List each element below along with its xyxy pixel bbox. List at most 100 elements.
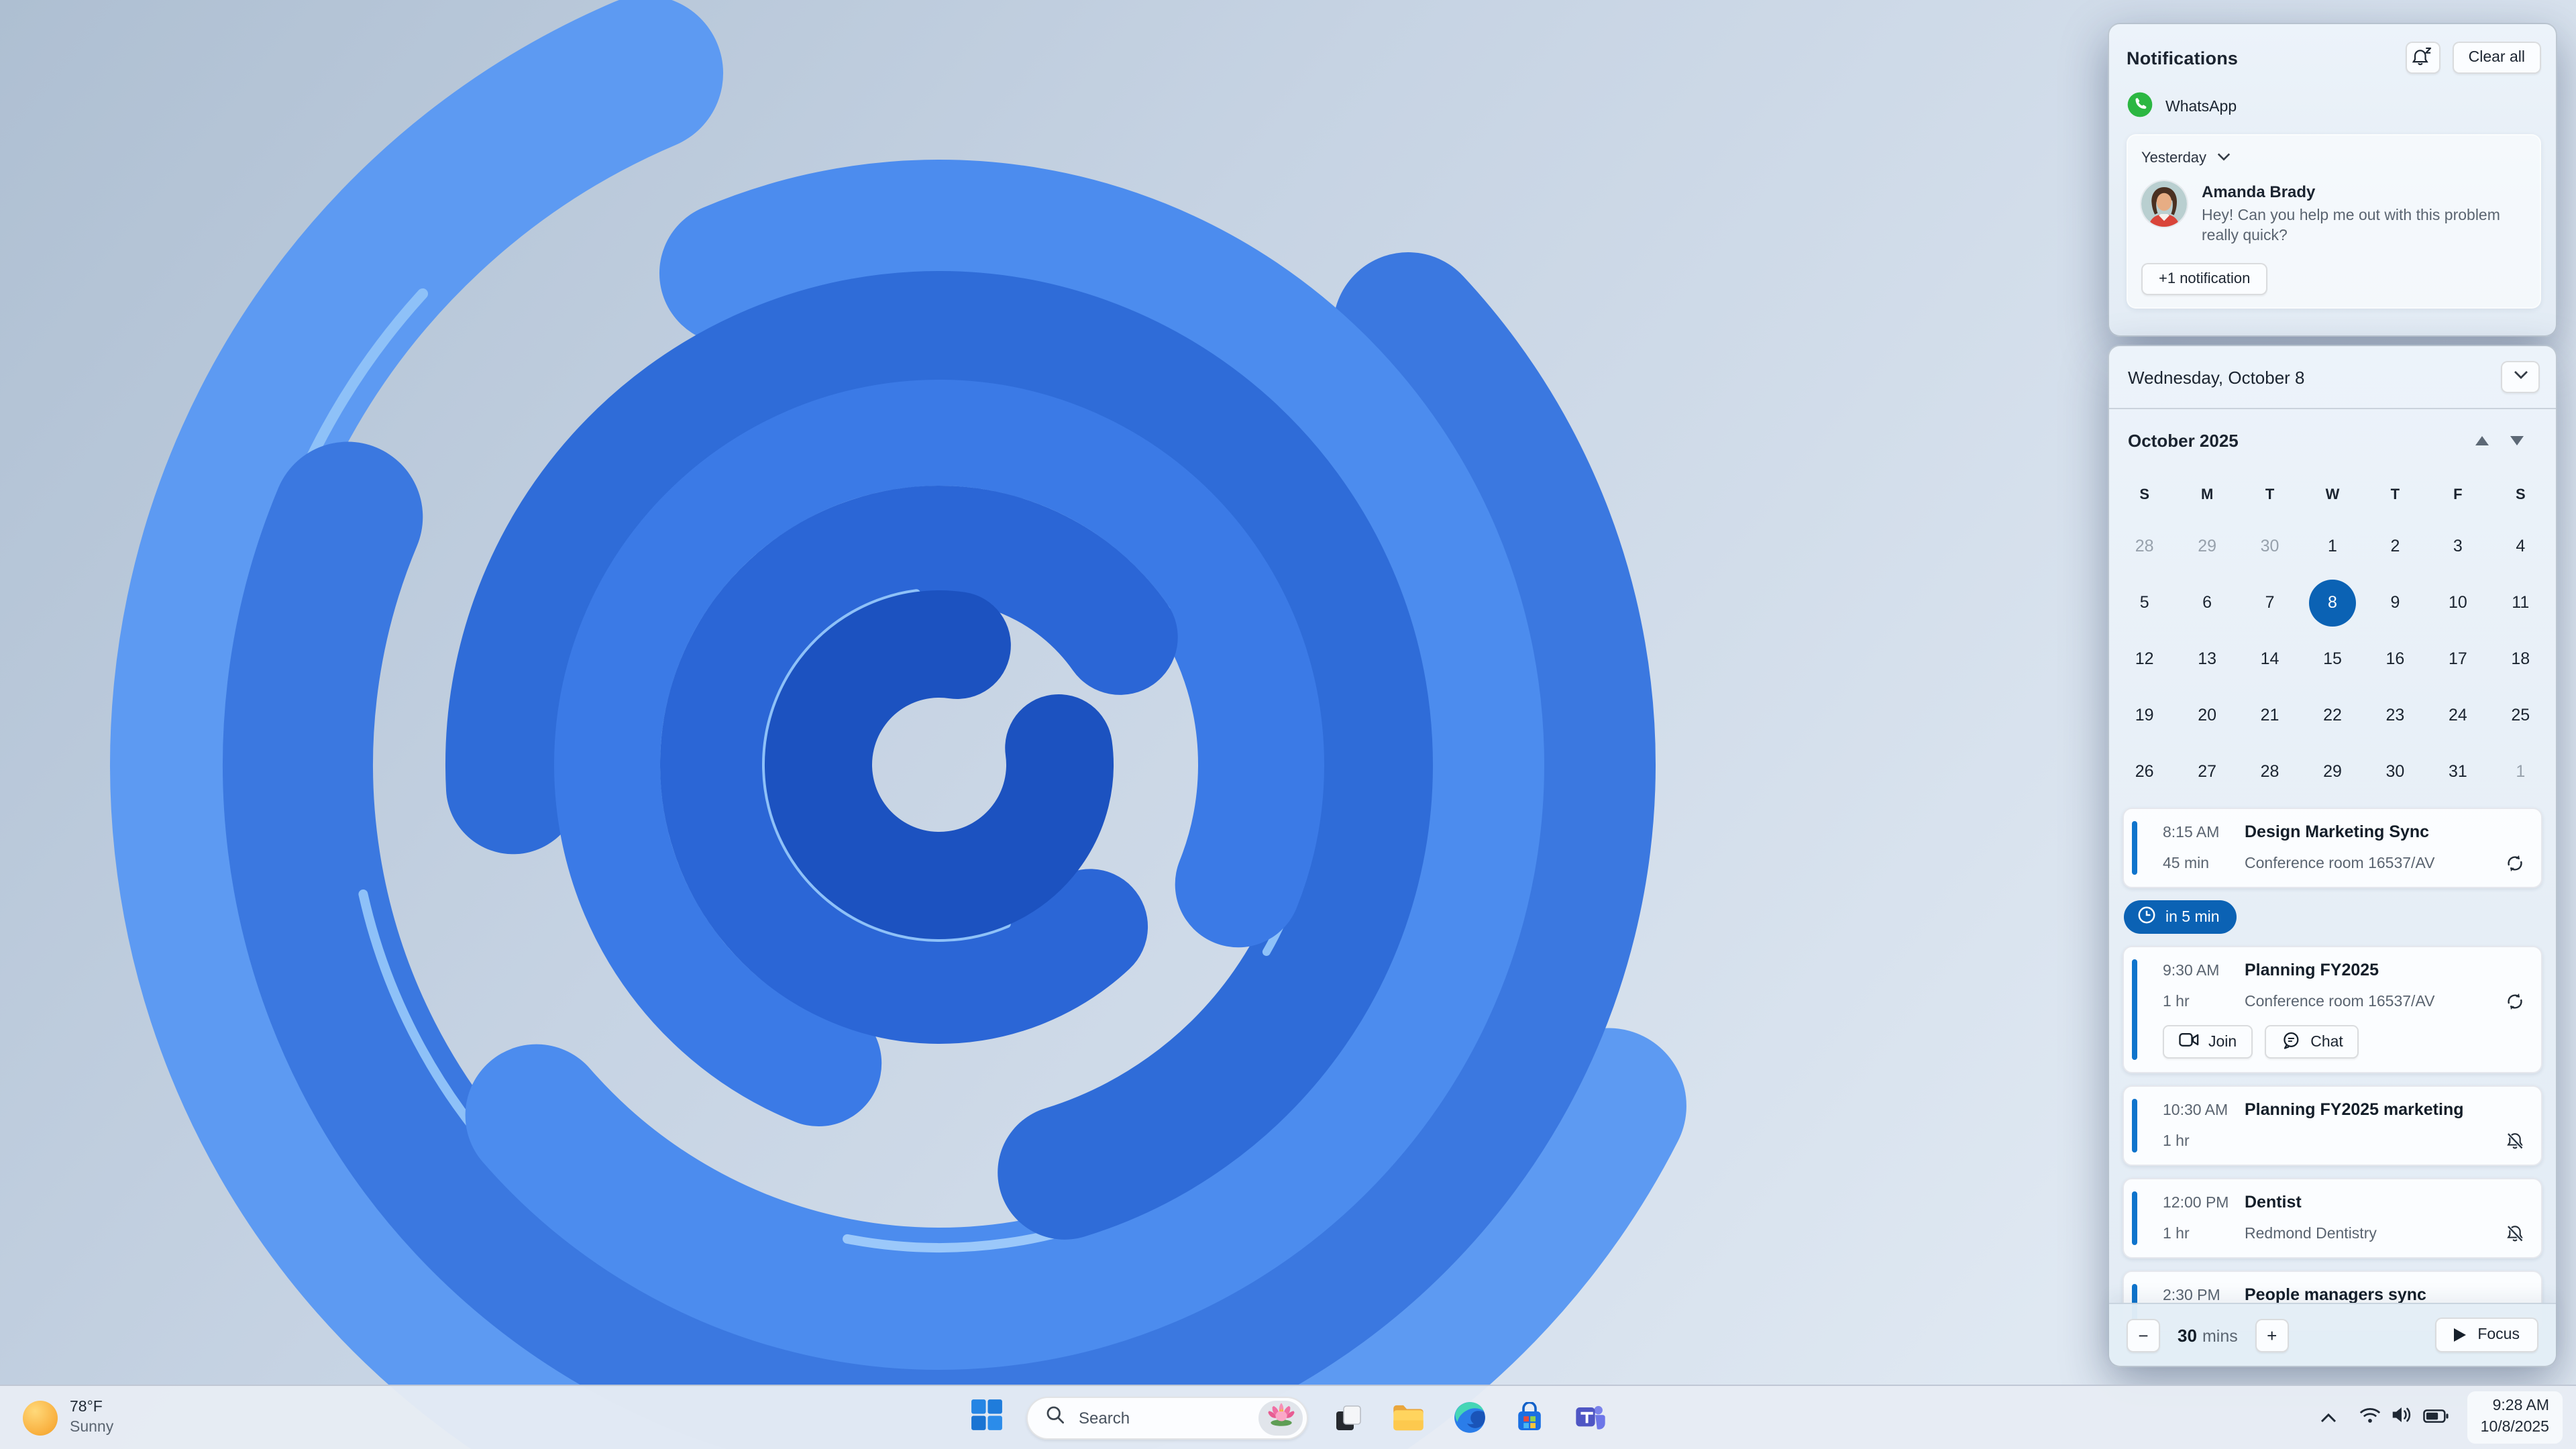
chat-button[interactable]: Chat [2265, 1025, 2359, 1059]
event-location: Conference room 16537/AV [2245, 855, 2435, 871]
quick-settings-button[interactable] [2347, 1393, 2461, 1442]
start-focus-button[interactable]: Focus [2434, 1318, 2538, 1352]
clear-all-button[interactable]: Clear all [2452, 42, 2541, 74]
calendar-day[interactable]: 19 [2113, 687, 2176, 743]
calendar-day[interactable]: 5 [2113, 574, 2176, 631]
join-button-label: Join [2208, 1034, 2237, 1050]
agenda-event-card[interactable]: 8:15 AM Design Marketing Sync 45 min Con… [2123, 808, 2542, 888]
calendar-day[interactable]: 14 [2239, 631, 2301, 687]
file-explorer-icon[interactable] [1383, 1391, 1434, 1444]
event-time: 9:30 AM [2163, 963, 2220, 979]
calendar-day[interactable]: 29 [2176, 518, 2238, 574]
weather-widget[interactable]: 78°F Sunny [15, 1386, 121, 1449]
calendar-day[interactable]: 6 [2176, 574, 2238, 631]
calendar-prev-month-button[interactable] [2465, 427, 2500, 453]
do-not-disturb-button[interactable] [2405, 42, 2440, 74]
teams-icon[interactable] [1564, 1391, 1615, 1444]
weekday-label: M [2200, 486, 2214, 502]
calendar-header: Wednesday, October 8 [2109, 346, 2556, 409]
calendar-next-month-button[interactable] [2500, 427, 2534, 453]
calendar-day[interactable]: 16 [2364, 631, 2426, 687]
focus-button-label: Focus [2477, 1327, 2520, 1343]
agenda-event-card[interactable]: 12:00 PM Dentist 1 hr Redmond Dentistry [2123, 1178, 2542, 1258]
calendar-weekdays: SMTWTFS [2109, 471, 2556, 518]
chat-button-label: Chat [2310, 1034, 2343, 1050]
weather-condition: Sunny [70, 1419, 114, 1435]
upcoming-badge-label: in 5 min [2165, 909, 2220, 925]
minus-icon: − [2138, 1325, 2149, 1345]
calendar-day[interactable]: 30 [2239, 518, 2301, 574]
calendar-collapse-button[interactable] [2501, 361, 2540, 393]
calendar-day[interactable]: 24 [2426, 687, 2489, 743]
focus-duration-label: 30 mins [2178, 1325, 2238, 1345]
notification-center-panel: Notifications Clear all WhatsApp Yesterd… [2108, 23, 2557, 337]
calendar-day[interactable]: 10 [2426, 574, 2489, 631]
edge-icon[interactable] [1444, 1391, 1495, 1444]
calendar-month-row: October 2025 [2109, 409, 2556, 471]
agenda-event-card[interactable]: 10:30 AM Planning FY2025 marketing 1 hr [2123, 1085, 2542, 1166]
microsoft-store-icon[interactable] [1504, 1391, 1555, 1444]
calendar-day[interactable]: 1 [2489, 743, 2552, 800]
join-meeting-button[interactable]: Join [2163, 1025, 2253, 1059]
event-duration: 1 hr [2163, 1133, 2190, 1149]
calendar-day[interactable]: 9 [2364, 574, 2426, 631]
calendar-day[interactable]: 30 [2364, 743, 2426, 800]
calendar-day[interactable]: 23 [2364, 687, 2426, 743]
triangle-up-icon [2475, 435, 2489, 445]
upcoming-event-badge[interactable]: in 5 min [2124, 900, 2237, 934]
calendar-day[interactable]: 4 [2489, 518, 2552, 574]
calendar-day[interactable]: 27 [2176, 743, 2238, 800]
increase-duration-button[interactable]: + [2255, 1318, 2289, 1352]
hidden-icons-button[interactable] [2312, 1393, 2347, 1442]
clock-flyout-button[interactable]: 9:28 AM 10/8/2025 [2467, 1391, 2563, 1444]
calendar-day[interactable]: 31 [2426, 743, 2489, 800]
calendar-day[interactable]: 20 [2176, 687, 2238, 743]
notification-sender: Amanda Brady [2202, 182, 2316, 201]
calendar-day[interactable]: 7 [2239, 574, 2301, 631]
agenda-event-card[interactable]: 9:30 AM Planning FY2025 1 hr Conference … [2123, 946, 2542, 1073]
calendar-day[interactable]: 15 [2301, 631, 2363, 687]
calendar-grid: 28 29 30 1 2 3 4 5 6 7 8 9 10 11 12 13 14 15 16 17 18 19 20 21 2… [2109, 518, 2556, 800]
calendar-day[interactable]: 28 [2113, 518, 2176, 574]
notifications-muted-icon [2501, 1131, 2525, 1151]
calendar-day[interactable]: 21 [2239, 687, 2301, 743]
calendar-flyout-panel: Wednesday, October 8 October 2025 S M T W T F… [2108, 345, 2557, 1367]
avatar [2141, 181, 2187, 227]
calendar-day[interactable]: 28 [2239, 743, 2301, 800]
calendar-day[interactable]: 26 [2113, 743, 2176, 800]
calendar-day[interactable]: 3 [2426, 518, 2489, 574]
whatsapp-icon [2127, 91, 2153, 124]
focus-session-bar: − 30 mins + Focus [2109, 1303, 2556, 1366]
calendar-day[interactable]: 18 [2489, 631, 2552, 687]
search-box[interactable]: Search [1026, 1396, 1308, 1439]
notifications-title: Notifications [2127, 48, 2239, 68]
notification-group-header[interactable]: Yesterday [2141, 148, 2526, 169]
notification-group-card[interactable]: Yesterday Amanda Brady Hey! Can you help… [2127, 134, 2541, 309]
weekday-label: S [2139, 486, 2150, 502]
clock-date: 10/8/2025 [2480, 1419, 2549, 1436]
focus-duration-value: 30 [2178, 1325, 2197, 1345]
notification-app-row: WhatsApp [2127, 91, 2541, 124]
calendar-day[interactable]: 11 [2489, 574, 2552, 631]
calendar-day[interactable]: 12 [2113, 631, 2176, 687]
calendar-day[interactable]: 29 [2301, 743, 2363, 800]
lotus-flower-icon [1265, 1398, 1297, 1437]
event-duration: 1 hr [2163, 1226, 2190, 1242]
decrease-duration-button[interactable]: − [2127, 1318, 2160, 1352]
more-notifications-button[interactable]: +1 notification [2141, 262, 2268, 295]
weather-temperature: 78°F [70, 1399, 103, 1415]
wifi-icon [2359, 1405, 2381, 1430]
calendar-day[interactable]: 25 [2489, 687, 2552, 743]
calendar-day[interactable]: 17 [2426, 631, 2489, 687]
task-view-icon[interactable] [1323, 1391, 1374, 1444]
calendar-day[interactable]: 1 [2301, 518, 2363, 574]
calendar-day[interactable]: 22 [2301, 687, 2363, 743]
start-button[interactable] [961, 1391, 1012, 1444]
event-accent-bar [2132, 821, 2137, 875]
notification-group-label: Yesterday [2141, 150, 2207, 166]
calendar-day[interactable]: 8 [2301, 574, 2363, 631]
calendar-day[interactable]: 2 [2364, 518, 2426, 574]
notification-item[interactable]: Amanda Brady Hey! Can you help me out wi… [2141, 181, 2526, 248]
event-title: Dentist [2245, 1193, 2302, 1212]
calendar-day[interactable]: 13 [2176, 631, 2238, 687]
